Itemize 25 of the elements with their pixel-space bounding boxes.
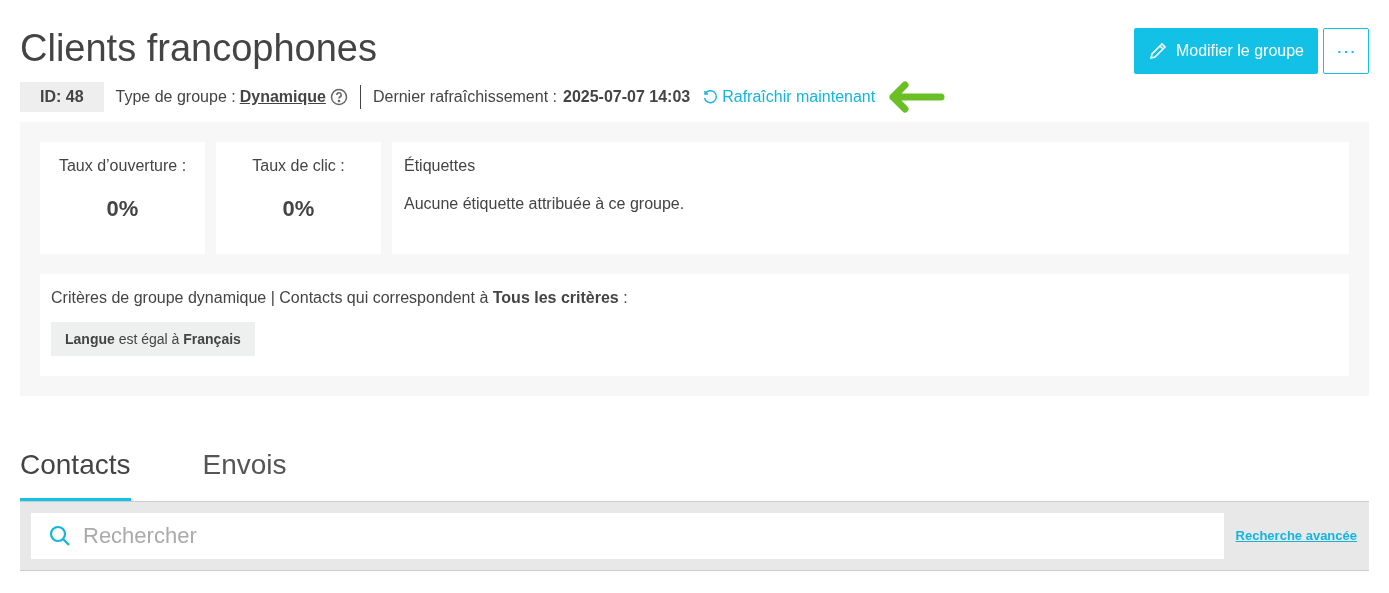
search-field[interactable]: Rechercher xyxy=(31,513,1224,559)
group-type-link[interactable]: Dynamique xyxy=(239,85,326,109)
refresh-date: 2025-07-07 14:03 xyxy=(563,87,691,107)
page-title: Clients francophones xyxy=(20,26,377,71)
advanced-search-link[interactable]: Recherche avancée xyxy=(1235,526,1357,546)
tab[interactable]: Envois xyxy=(202,444,287,501)
stat-value: 0% xyxy=(282,195,315,223)
arrow-icon xyxy=(887,81,946,113)
stat-label: Taux de clic : xyxy=(252,156,345,176)
refresh-icon xyxy=(702,89,719,105)
criteria-chip: Langue est égal à Français xyxy=(51,322,255,356)
stat-label: Taux d’ouverture : xyxy=(58,156,187,176)
group-type-label: Type de groupe : xyxy=(115,87,236,107)
id-badge: ID: 48 xyxy=(20,82,104,112)
tags-title: Étiquettes xyxy=(404,155,477,176)
tags-message: Aucune étiquette attribuée à ce groupe. xyxy=(404,194,686,214)
criteria-text: Critères de groupe dynamique | Contacts qui correspondent à Tous les critères : xyxy=(51,288,629,308)
refresh-label: Dernier rafraîchissement : xyxy=(372,87,557,107)
help-icon xyxy=(329,88,348,106)
pencil-icon xyxy=(1147,41,1168,61)
search-icon xyxy=(49,525,71,547)
refresh-link[interactable]: Rafraîchir maintenant xyxy=(702,85,876,109)
stat-value: 0% xyxy=(106,195,139,223)
edit-button[interactable]: Modifier le groupe xyxy=(1133,28,1318,74)
more-button[interactable]: ⋯ xyxy=(1323,28,1369,74)
